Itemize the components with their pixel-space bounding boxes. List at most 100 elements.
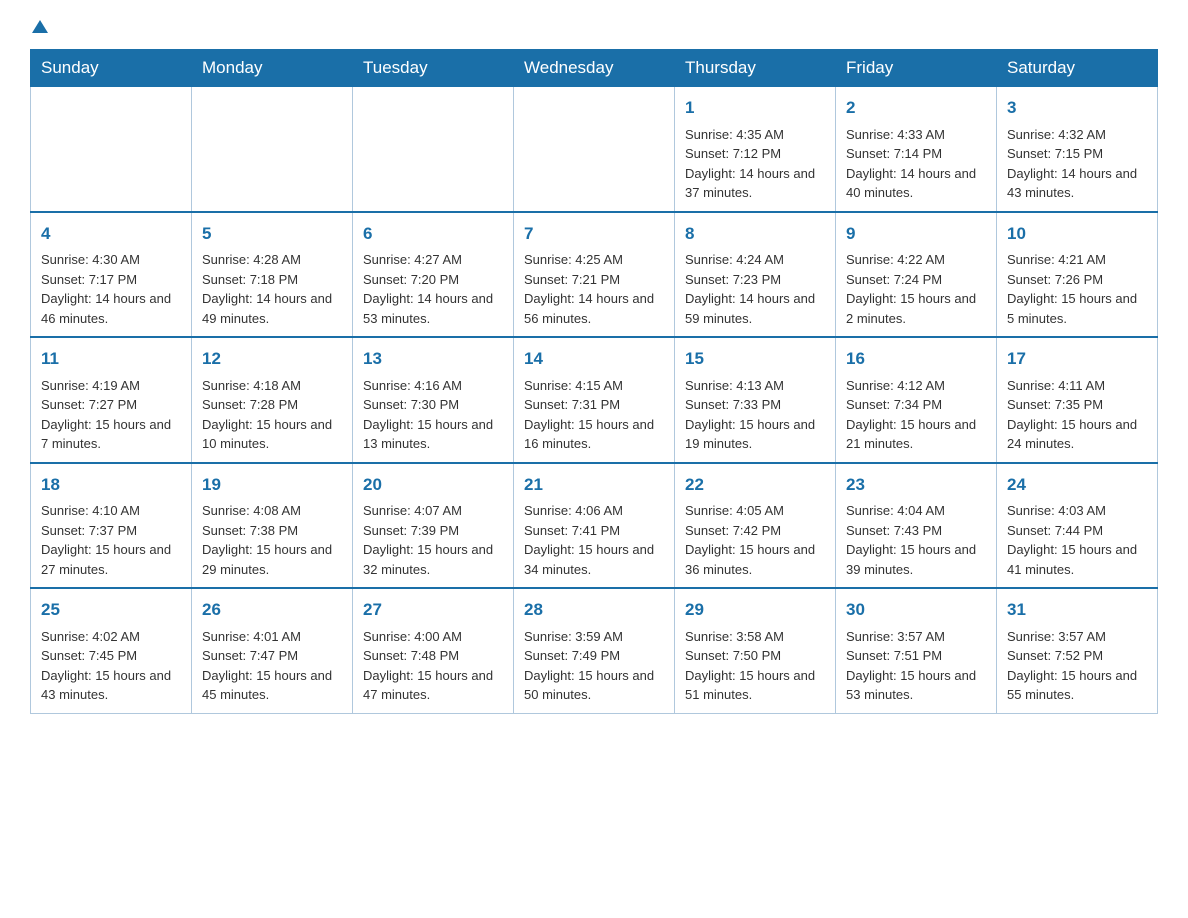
calendar-week-row: 1 Sunrise: 4:35 AM Sunset: 7:12 PM Daylig… [31,87,1158,212]
day-info: Sunrise: 3:59 AM Sunset: 7:49 PM Dayligh… [524,627,664,705]
header-monday: Monday [192,50,353,87]
day-info: Sunrise: 4:04 AM Sunset: 7:43 PM Dayligh… [846,501,986,579]
calendar-cell: 22 Sunrise: 4:05 AM Sunset: 7:42 PM Dayli… [675,463,836,589]
day-number: 1 [685,95,825,121]
day-number: 26 [202,597,342,623]
day-number: 14 [524,346,664,372]
calendar-cell: 3Sunrise: 4:32 AM Sunset: 7:15 PM Daylig… [997,87,1158,212]
day-number: 3 [1007,95,1147,121]
day-info: Sunrise: 4:01 AM Sunset: 7:47 PM Dayligh… [202,627,342,705]
calendar-cell [353,87,514,212]
day-number: 28 [524,597,664,623]
day-info: Sunrise: 4:08 AM Sunset: 7:38 PM Dayligh… [202,501,342,579]
day-info: Sunrise: 3:58 AM Sunset: 7:50 PM Dayligh… [685,627,825,705]
day-info: Sunrise: 4:07 AM Sunset: 7:39 PM Dayligh… [363,501,503,579]
day-number: 27 [363,597,503,623]
calendar-cell: 29Sunrise: 3:58 AM Sunset: 7:50 PM Dayli… [675,588,836,713]
calendar-cell: 5Sunrise: 4:28 AM Sunset: 7:18 PM Daylig… [192,212,353,338]
calendar-cell: 28 Sunrise: 3:59 AM Sunset: 7:49 PM Dayli… [514,588,675,713]
day-number: 10 [1007,221,1147,247]
calendar-header-row: SundayMondayTuesdayWednesdayThursdayFrid… [31,50,1158,87]
calendar-cell: 11 Sunrise: 4:19 AM Sunset: 7:27 PM Dayli… [31,337,192,463]
day-info: Sunrise: 4:24 AM Sunset: 7:23 PM Dayligh… [685,250,825,328]
calendar-cell [31,87,192,212]
day-info: Sunrise: 4:33 AM Sunset: 7:14 PM Dayligh… [846,125,986,203]
calendar-week-row: 11 Sunrise: 4:19 AM Sunset: 7:27 PM Dayli… [31,337,1158,463]
calendar-table: SundayMondayTuesdayWednesdayThursdayFrid… [30,49,1158,714]
calendar-cell: 27 Sunrise: 4:00 AM Sunset: 7:48 PM Dayli… [353,588,514,713]
day-number: 17 [1007,346,1147,372]
header-thursday: Thursday [675,50,836,87]
day-info: Sunrise: 3:57 AM Sunset: 7:51 PM Dayligh… [846,627,986,705]
day-number: 23 [846,472,986,498]
day-info: Sunrise: 4:16 AM Sunset: 7:30 PM Dayligh… [363,376,503,454]
calendar-cell: 8 Sunrise: 4:24 AM Sunset: 7:23 PM Daylig… [675,212,836,338]
day-number: 15 [685,346,825,372]
day-number: 20 [363,472,503,498]
header-saturday: Saturday [997,50,1158,87]
day-info: Sunrise: 4:21 AM Sunset: 7:26 PM Dayligh… [1007,250,1147,328]
day-info: Sunrise: 4:05 AM Sunset: 7:42 PM Dayligh… [685,501,825,579]
logo [30,20,48,33]
day-info: Sunrise: 4:27 AM Sunset: 7:20 PM Dayligh… [363,250,503,328]
day-info: Sunrise: 3:57 AM Sunset: 7:52 PM Dayligh… [1007,627,1147,705]
calendar-cell: 20 Sunrise: 4:07 AM Sunset: 7:39 PM Dayli… [353,463,514,589]
calendar-cell: 12 Sunrise: 4:18 AM Sunset: 7:28 PM Dayli… [192,337,353,463]
day-info: Sunrise: 4:12 AM Sunset: 7:34 PM Dayligh… [846,376,986,454]
calendar-cell: 4Sunrise: 4:30 AM Sunset: 7:17 PM Daylig… [31,212,192,338]
day-info: Sunrise: 4:02 AM Sunset: 7:45 PM Dayligh… [41,627,181,705]
day-number: 13 [363,346,503,372]
day-number: 4 [41,221,181,247]
calendar-cell: 18Sunrise: 4:10 AM Sunset: 7:37 PM Dayli… [31,463,192,589]
day-number: 22 [685,472,825,498]
calendar-cell: 19 Sunrise: 4:08 AM Sunset: 7:38 PM Dayli… [192,463,353,589]
calendar-cell: 21 Sunrise: 4:06 AM Sunset: 7:41 PM Dayli… [514,463,675,589]
calendar-cell: 26 Sunrise: 4:01 AM Sunset: 7:47 PM Dayli… [192,588,353,713]
day-info: Sunrise: 4:19 AM Sunset: 7:27 PM Dayligh… [41,376,181,454]
calendar-cell: 1 Sunrise: 4:35 AM Sunset: 7:12 PM Daylig… [675,87,836,212]
calendar-cell: 7 Sunrise: 4:25 AM Sunset: 7:21 PM Daylig… [514,212,675,338]
calendar-cell [192,87,353,212]
calendar-cell: 30 Sunrise: 3:57 AM Sunset: 7:51 PM Dayli… [836,588,997,713]
header-friday: Friday [836,50,997,87]
day-number: 30 [846,597,986,623]
day-info: Sunrise: 4:22 AM Sunset: 7:24 PM Dayligh… [846,250,986,328]
calendar-cell: 31 Sunrise: 3:57 AM Sunset: 7:52 PM Dayli… [997,588,1158,713]
calendar-cell: 14Sunrise: 4:15 AM Sunset: 7:31 PM Dayli… [514,337,675,463]
day-info: Sunrise: 4:03 AM Sunset: 7:44 PM Dayligh… [1007,501,1147,579]
day-info: Sunrise: 4:18 AM Sunset: 7:28 PM Dayligh… [202,376,342,454]
header [30,20,1158,33]
day-number: 21 [524,472,664,498]
day-number: 16 [846,346,986,372]
day-number: 6 [363,221,503,247]
calendar-cell: 9Sunrise: 4:22 AM Sunset: 7:24 PM Daylig… [836,212,997,338]
day-info: Sunrise: 4:11 AM Sunset: 7:35 PM Dayligh… [1007,376,1147,454]
day-info: Sunrise: 4:00 AM Sunset: 7:48 PM Dayligh… [363,627,503,705]
calendar-cell: 25Sunrise: 4:02 AM Sunset: 7:45 PM Dayli… [31,588,192,713]
calendar-week-row: 4Sunrise: 4:30 AM Sunset: 7:17 PM Daylig… [31,212,1158,338]
header-wednesday: Wednesday [514,50,675,87]
day-info: Sunrise: 4:25 AM Sunset: 7:21 PM Dayligh… [524,250,664,328]
calendar-cell: 6 Sunrise: 4:27 AM Sunset: 7:20 PM Daylig… [353,212,514,338]
day-info: Sunrise: 4:35 AM Sunset: 7:12 PM Dayligh… [685,125,825,203]
calendar-cell: 23 Sunrise: 4:04 AM Sunset: 7:43 PM Dayli… [836,463,997,589]
header-tuesday: Tuesday [353,50,514,87]
day-number: 24 [1007,472,1147,498]
calendar-cell: 13 Sunrise: 4:16 AM Sunset: 7:30 PM Dayli… [353,337,514,463]
calendar-cell: 17 Sunrise: 4:11 AM Sunset: 7:35 PM Dayli… [997,337,1158,463]
day-number: 19 [202,472,342,498]
day-number: 7 [524,221,664,247]
calendar-cell [514,87,675,212]
calendar-week-row: 25Sunrise: 4:02 AM Sunset: 7:45 PM Dayli… [31,588,1158,713]
day-number: 31 [1007,597,1147,623]
day-number: 12 [202,346,342,372]
day-number: 18 [41,472,181,498]
calendar-cell: 16 Sunrise: 4:12 AM Sunset: 7:34 PM Dayli… [836,337,997,463]
day-info: Sunrise: 4:13 AM Sunset: 7:33 PM Dayligh… [685,376,825,454]
calendar-cell: 10 Sunrise: 4:21 AM Sunset: 7:26 PM Dayli… [997,212,1158,338]
day-number: 2 [846,95,986,121]
calendar-cell: 15 Sunrise: 4:13 AM Sunset: 7:33 PM Dayli… [675,337,836,463]
day-info: Sunrise: 4:06 AM Sunset: 7:41 PM Dayligh… [524,501,664,579]
day-number: 8 [685,221,825,247]
day-number: 11 [41,346,181,372]
